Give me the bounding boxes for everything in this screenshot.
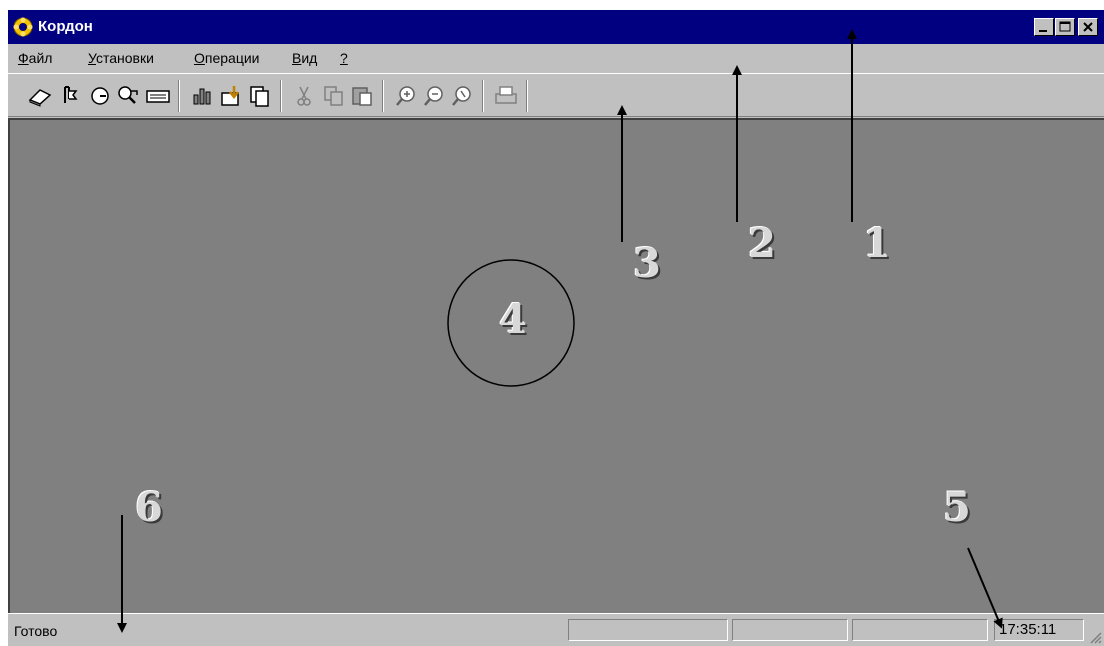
cut-icon — [297, 86, 311, 106]
minimize-icon — [1039, 30, 1047, 32]
callout-label-5: 5 — [943, 484, 971, 531]
status-text: Готово — [14, 623, 58, 639]
minimize-button[interactable] — [1034, 18, 1054, 36]
copy-pages-button[interactable] — [246, 83, 274, 109]
menu-settings[interactable]: Установки — [88, 50, 154, 66]
menu-operations[interactable]: Операции — [194, 50, 260, 66]
keyboard-button[interactable] — [144, 83, 172, 109]
menu-help[interactable]: ? — [340, 50, 348, 66]
menu-view[interactable]: Вид — [292, 50, 317, 66]
print-icon — [495, 86, 517, 104]
paste-icon — [352, 87, 372, 106]
export-icon — [221, 86, 239, 106]
workspace-area[interactable] — [8, 118, 1104, 613]
equalizer-button[interactable] — [188, 83, 216, 109]
close-button[interactable] — [1078, 18, 1098, 36]
callout-label-3: 3 — [633, 240, 661, 287]
callout-label-4: 4 — [499, 296, 527, 343]
keyboard-icon — [146, 90, 170, 103]
toolbar-separator — [178, 80, 180, 112]
zoom-out-button[interactable] — [420, 83, 448, 109]
paste-button[interactable] — [348, 83, 376, 109]
copy-button[interactable] — [320, 83, 348, 109]
toolbar-separator — [482, 80, 484, 112]
eraser-button[interactable] — [26, 83, 54, 109]
status-pane — [852, 619, 988, 641]
copy-icon — [324, 86, 343, 106]
menu-file[interactable]: Файл — [18, 50, 52, 66]
close-icon — [1083, 22, 1093, 32]
status-clock: 17:35:11 — [994, 619, 1084, 641]
app-window: Кордон Файл Установки Операции Вид ? Гот… — [8, 10, 1104, 646]
app-logo-icon — [13, 17, 33, 37]
callout-label-6: 6 — [135, 484, 163, 531]
clock-button[interactable] — [86, 83, 114, 109]
export-button[interactable] — [218, 83, 246, 109]
status-bar: Готово 17:35:11 — [8, 613, 1104, 646]
toolbar — [8, 73, 1104, 117]
print-button[interactable] — [492, 83, 520, 109]
callout-label-2: 2 — [748, 220, 776, 267]
zoom-in-button[interactable] — [392, 83, 420, 109]
callout-label-1: 1 — [863, 220, 891, 267]
window-title: Кордон — [38, 18, 93, 35]
zoom-out-icon — [424, 86, 443, 106]
maximize-icon — [1059, 21, 1071, 32]
eraser-icon — [28, 89, 52, 107]
equalizer-icon — [193, 88, 211, 105]
toolbar-separator — [382, 80, 384, 112]
pin-icon — [64, 86, 78, 103]
resize-grip-icon[interactable] — [1088, 630, 1102, 644]
status-pane — [732, 619, 848, 641]
title-bar[interactable]: Кордон — [8, 10, 1104, 44]
pin-button[interactable] — [56, 83, 84, 109]
copy-pages-icon — [250, 86, 269, 107]
search-key-icon — [118, 86, 138, 104]
search-key-button[interactable] — [114, 83, 142, 109]
clock-icon — [91, 87, 109, 105]
status-pane — [568, 619, 728, 641]
toolbar-separator — [280, 80, 282, 112]
zoom-in-icon — [396, 86, 415, 106]
zoom-reset-button[interactable] — [448, 83, 476, 109]
toolbar-separator — [526, 80, 528, 112]
cut-button[interactable] — [290, 83, 318, 109]
maximize-button[interactable] — [1055, 18, 1075, 36]
zoom-reset-icon — [452, 86, 471, 106]
menu-bar: Файл Установки Операции Вид ? — [8, 44, 1104, 72]
